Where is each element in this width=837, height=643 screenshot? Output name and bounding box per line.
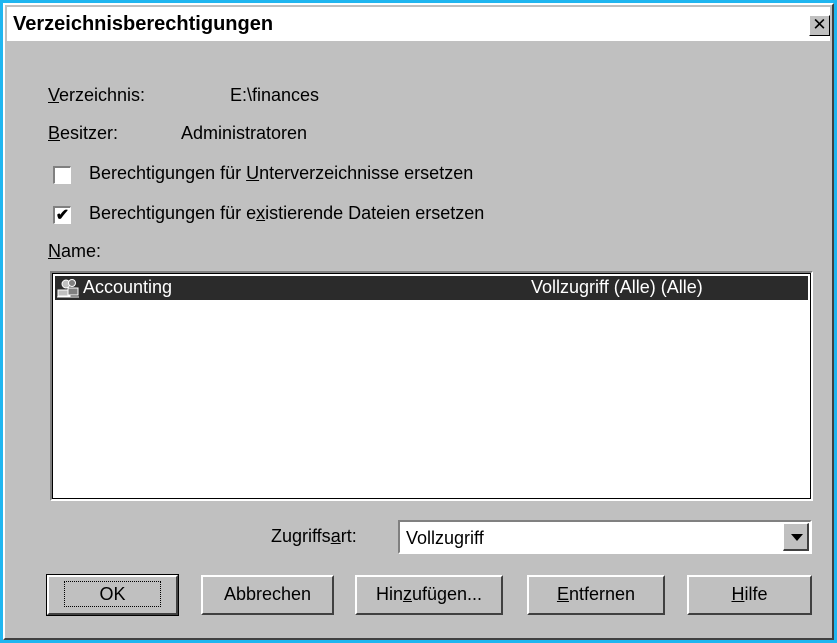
access-type-value: Vollzugriff bbox=[406, 528, 484, 548]
list-item[interactable]: Accounting Vollzugriff (Alle) (Alle) bbox=[55, 276, 808, 300]
ok-button[interactable]: OK bbox=[46, 574, 179, 616]
replace-files-label[interactable]: Berechtigungen für existierende Dateien … bbox=[89, 203, 484, 224]
access-label: Zugriffsart: bbox=[271, 526, 357, 546]
window-title: Verzeichnisberechtigungen bbox=[13, 13, 274, 35]
list-header: Name: bbox=[48, 241, 102, 261]
replace-files-checkbox[interactable]: ✔ bbox=[53, 206, 71, 224]
replace-subdirs-checkbox[interactable] bbox=[53, 166, 71, 184]
access-type-select[interactable]: Vollzugriff bbox=[398, 520, 812, 554]
checkmark-icon: ✔ bbox=[55, 207, 70, 224]
cancel-button[interactable]: Abbrechen bbox=[201, 575, 334, 615]
remove-button[interactable]: Entfernen bbox=[527, 575, 665, 615]
add-button[interactable]: Hinzufügen... bbox=[355, 575, 503, 615]
permissions-dialog: Verzeichnisberechtigungen ✕ Verzeichnis:… bbox=[3, 3, 834, 640]
row-permission: Vollzugriff (Alle) (Alle) bbox=[531, 277, 703, 297]
close-icon: ✕ bbox=[812, 15, 827, 34]
dropdown-arrow-icon[interactable] bbox=[783, 523, 809, 551]
close-button[interactable]: ✕ bbox=[809, 15, 830, 36]
add-label: Hinzufügen... bbox=[375, 584, 483, 604]
help-button[interactable]: Hilfe bbox=[687, 575, 812, 615]
title-bar[interactable]: Verzeichnisberechtigungen ✕ bbox=[7, 7, 830, 41]
owner-label: Besitzer: bbox=[48, 123, 119, 143]
directory-label: Verzeichnis: bbox=[48, 85, 146, 105]
help-label: Hilfe bbox=[731, 584, 768, 604]
remove-label: Entfernen bbox=[556, 584, 636, 604]
ok-label: OK bbox=[64, 581, 161, 607]
cancel-label: Abbrechen bbox=[223, 584, 312, 604]
row-name: Accounting bbox=[83, 277, 173, 297]
permissions-list[interactable]: Accounting Vollzugriff (Alle) (Alle) bbox=[50, 271, 813, 501]
directory-value: E:\finances bbox=[230, 85, 320, 105]
replace-subdirs-label[interactable]: Berechtigungen für Unterverzeichnisse er… bbox=[89, 163, 473, 184]
group-icon bbox=[57, 279, 79, 298]
owner-value: Administratoren bbox=[181, 123, 308, 143]
